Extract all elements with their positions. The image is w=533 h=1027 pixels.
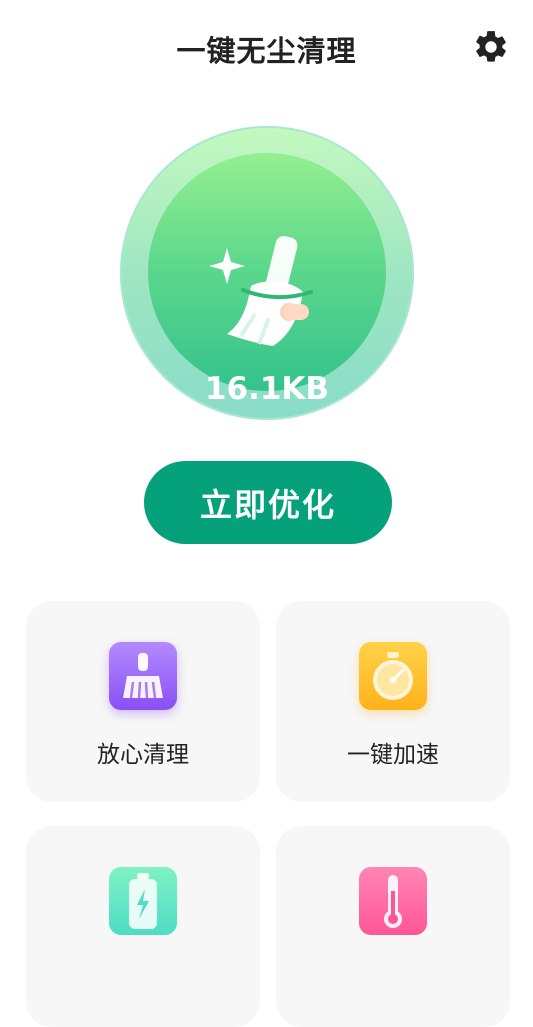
feature-card-battery[interactable]: [26, 826, 260, 1027]
junk-size-text: 16.1KB: [204, 371, 330, 407]
clean-orb-button[interactable]: 16.1KB: [120, 126, 414, 420]
feature-card-speed-up[interactable]: 一键加速: [276, 601, 510, 802]
broom-sparkle-icon: [209, 235, 313, 346]
feature-label: 一键加速: [347, 742, 439, 768]
broom-icon: [109, 642, 177, 710]
stopwatch-icon: [359, 642, 427, 710]
feature-card-cooling[interactable]: [276, 826, 510, 1027]
orb-inner-circle: 16.1KB: [148, 153, 386, 407]
top-bar: 一键无尘清理: [0, 0, 533, 95]
feature-card-safe-clean[interactable]: 放心清理: [26, 601, 260, 802]
battery-icon: [109, 867, 177, 935]
feature-label: 放心清理: [97, 742, 189, 768]
optimize-now-button[interactable]: 立即优化: [144, 461, 392, 544]
page-title: 一键无尘清理: [176, 34, 357, 68]
thermometer-icon: [359, 867, 427, 935]
gear-icon[interactable]: [472, 28, 510, 66]
